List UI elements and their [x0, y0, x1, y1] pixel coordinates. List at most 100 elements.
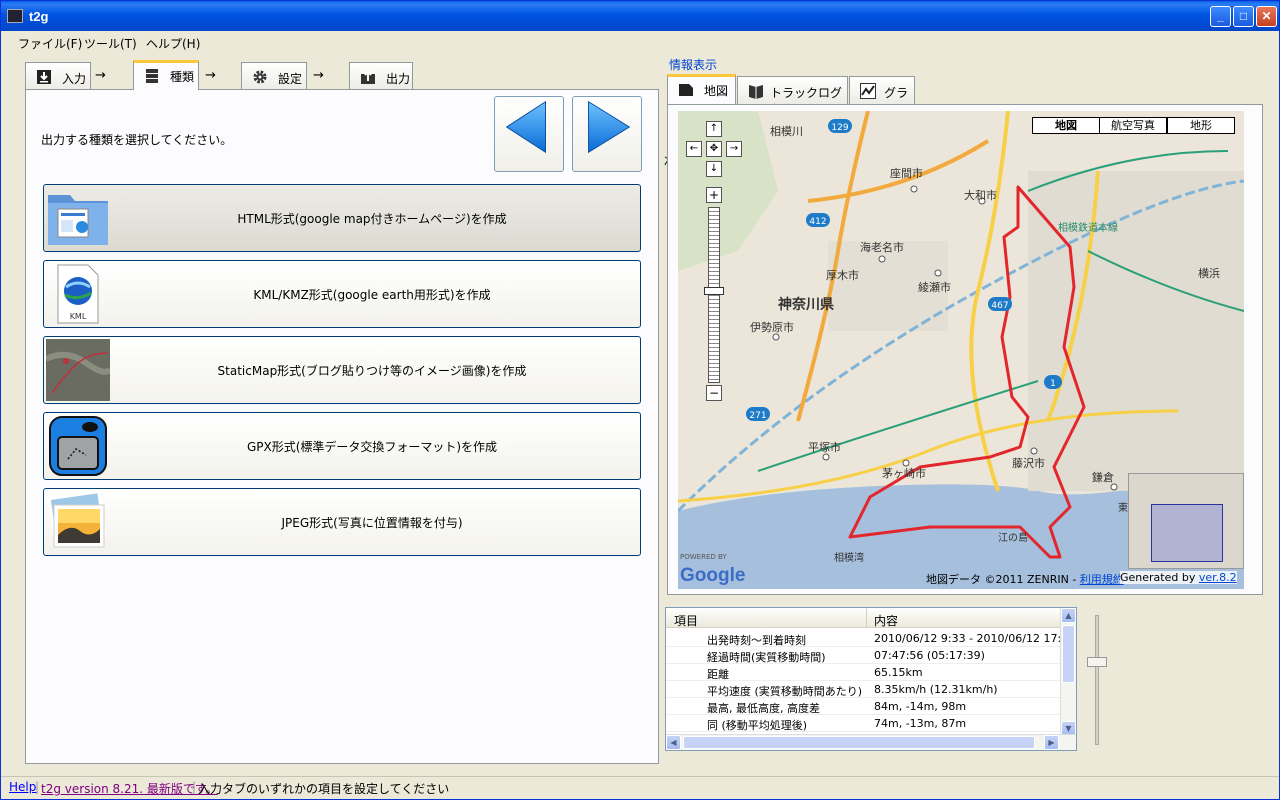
map-label: 海老名市	[860, 240, 904, 254]
window-title: t2g	[29, 9, 49, 24]
instruction-text: 出力する種類を選択してください。	[41, 133, 233, 147]
column-header-content[interactable]: 内容	[874, 612, 898, 629]
pan-up-button[interactable]: ↑	[706, 121, 722, 137]
map-label: 綾瀬市	[918, 280, 951, 294]
vertical-slider-handle[interactable]	[1087, 657, 1107, 667]
tab-map[interactable]: 地図	[667, 74, 736, 104]
route-shield: 467	[988, 297, 1012, 311]
version-link[interactable]: ver.8.2	[1199, 571, 1237, 584]
vertical-scrollbar[interactable]: ▲ ▼	[1060, 608, 1076, 736]
pan-center-button[interactable]: ✥	[706, 141, 722, 157]
table-row[interactable]: 距離 65.15km	[666, 664, 1062, 681]
tab-output[interactable]: 出力	[349, 62, 413, 90]
map-label: 平塚市	[808, 440, 841, 454]
scroll-left-button[interactable]: ◀	[666, 735, 681, 750]
map-label: 座間市	[890, 166, 923, 180]
tab-type[interactable]: 種類	[133, 60, 199, 90]
option-gpx[interactable]: GPX形式(標準データ交換フォーマット)を作成	[43, 412, 641, 480]
table-row[interactable]: 出発時刻～到着時刻 2010/06/12 9:33 - 2010/06/12 1…	[666, 630, 1062, 647]
svg-text:412: 412	[809, 217, 826, 227]
overview-map[interactable]	[1128, 473, 1244, 569]
map-view[interactable]: 129 412 467 271 1 相模川 座間市 大和市 海老名市 厚木市 綾…	[678, 111, 1244, 589]
scroll-up-button[interactable]: ▲	[1061, 608, 1076, 623]
map-label: 江の島	[998, 531, 1028, 544]
option-html[interactable]: HTML形式(google map付きホームページ)を作成	[43, 184, 641, 252]
tab-map-label: 地図	[704, 84, 729, 98]
map-label: 厚木市	[826, 268, 859, 282]
pan-down-button[interactable]: ↓	[706, 161, 722, 177]
table-row[interactable]: 平均速度 (実質移動時間あたり) 8.35km/h (12.31km/h)	[666, 681, 1062, 698]
zoom-slider-handle[interactable]	[704, 287, 724, 295]
zoom-out-button[interactable]: −	[706, 385, 722, 401]
tab-arrow: →	[205, 68, 216, 83]
status-message: 入力タブのいずれかの項目を設定してください	[198, 782, 450, 796]
row-key: 距離	[707, 668, 729, 681]
maximize-button[interactable]: □	[1233, 6, 1254, 27]
minimize-button[interactable]: _	[1210, 6, 1231, 27]
row-key: 最高, 最低高度, 高度差	[707, 702, 820, 715]
upload-icon	[361, 70, 375, 84]
scroll-thumb[interactable]	[1062, 625, 1075, 683]
static-map-icon	[46, 339, 110, 401]
google-logo: Google	[680, 565, 745, 586]
svg-text:129: 129	[831, 123, 848, 133]
row-value: 8.35km/h (12.31km/h)	[874, 683, 998, 696]
tab-settings[interactable]: 設定	[241, 62, 307, 90]
scroll-right-button[interactable]: ▶	[1044, 735, 1059, 750]
option-staticmap-label: StaticMap形式(ブログ貼りつけ等のイメージ画像)を作成	[217, 364, 527, 378]
hscroll-thumb[interactable]	[683, 736, 1035, 749]
terms-link[interactable]: 利用規約	[1080, 573, 1124, 586]
arrow-left-icon	[505, 100, 546, 154]
menu-help[interactable]: ヘルプ(H)	[146, 35, 200, 52]
option-jpeg-label: JPEG形式(写真に位置情報を付与)	[281, 516, 463, 530]
map-panel: 129 412 467 271 1 相模川 座間市 大和市 海老名市 厚木市 綾…	[667, 104, 1263, 595]
tab-input[interactable]: 入力	[25, 62, 91, 90]
column-header-item[interactable]: 項目	[674, 612, 698, 629]
maptype-satellite-button[interactable]: 航空写真	[1099, 117, 1167, 134]
title-bar[interactable]: t2g _ □ ✕	[1, 1, 1279, 31]
tab-type-label: 種類	[170, 70, 195, 84]
overview-viewport[interactable]	[1151, 504, 1223, 562]
map-prefecture-label: 神奈川県	[778, 296, 834, 313]
gear-icon	[253, 70, 267, 84]
row-value: 07:47:56 (05:17:39)	[874, 649, 985, 662]
map-label: 相模川	[770, 125, 803, 138]
map-label: 横浜	[1198, 266, 1220, 280]
option-jpeg[interactable]: JPEG形式(写真に位置情報を付与)	[43, 488, 641, 556]
close-button[interactable]: ✕	[1256, 6, 1277, 27]
vertical-slider-track[interactable]	[1095, 615, 1099, 745]
help-link[interactable]: Help	[9, 780, 36, 794]
menu-tools[interactable]: ツール(T)	[84, 35, 137, 52]
option-staticmap[interactable]: StaticMap形式(ブログ貼りつけ等のイメージ画像)を作成	[43, 336, 641, 404]
table-row[interactable]: 同 (移動平均処理後) 74m, -13m, 87m	[666, 715, 1062, 732]
zoom-in-button[interactable]: +	[706, 187, 722, 203]
horizontal-scrollbar[interactable]: ◀ ▶	[666, 734, 1076, 750]
table-row[interactable]: 経過時間(実質移動時間) 07:47:56 (05:17:39)	[666, 647, 1062, 664]
generated-by: Generated by ver.8.2	[1120, 571, 1237, 584]
gps-device-icon	[49, 416, 107, 476]
prev-button[interactable]: 前へ	[494, 96, 608, 172]
maptype-terrain-button[interactable]: 地形	[1167, 117, 1235, 134]
option-kml[interactable]: KML KML/KMZ形式(google earth用形式)を作成	[43, 260, 641, 328]
table-row[interactable]: 最高, 最低高度, 高度差 84m, -14m, 98m	[666, 698, 1062, 715]
row-key: 出発時刻～到着時刻	[707, 634, 806, 647]
row-key: 平均速度 (実質移動時間あたり)	[707, 685, 863, 698]
row-value: 65.15km	[874, 666, 923, 679]
pan-right-button[interactable]: →	[726, 141, 742, 157]
row-value: 2010/06/12 9:33 - 2010/06/12 17:21	[874, 632, 1062, 645]
menu-file[interactable]: ファイル(F)	[18, 35, 82, 52]
tab-settings-label: 設定	[278, 72, 303, 86]
copyright-text: 地図データ ©2011 ZENRIN -	[926, 573, 1077, 586]
info-display-label: 情報表示	[669, 58, 718, 72]
next-button[interactable]: 次へ	[572, 96, 686, 172]
zoom-slider[interactable]	[708, 207, 720, 383]
tab-graph[interactable]: グラフ	[849, 76, 915, 117]
app-icon	[7, 9, 23, 23]
book-icon	[749, 85, 763, 99]
map-icon	[679, 84, 693, 96]
maptype-map-button[interactable]: 地図	[1032, 117, 1100, 134]
pan-left-button[interactable]: ←	[686, 141, 702, 157]
option-kml-label: KML/KMZ形式(google earth用形式)を作成	[253, 288, 491, 302]
row-key: 同 (移動平均処理後)	[707, 719, 808, 732]
tab-tracklog[interactable]: トラックログ各点	[737, 76, 848, 117]
